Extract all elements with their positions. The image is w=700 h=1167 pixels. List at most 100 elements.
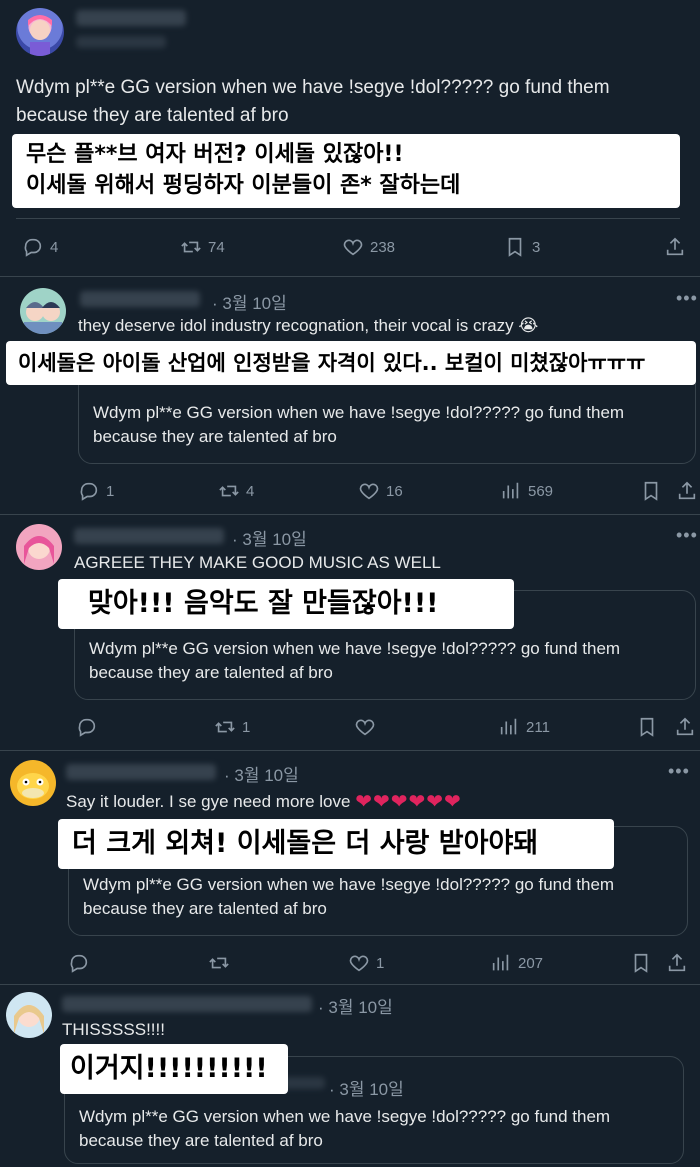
reply-2-avatar[interactable] — [16, 524, 62, 570]
share-icon — [668, 953, 686, 972]
main-bookmark-button[interactable]: 3 — [504, 236, 540, 258]
like-icon — [359, 483, 379, 500]
retweet-icon — [181, 241, 201, 253]
section-divider — [0, 276, 700, 277]
reply-1-more-icon[interactable]: ••• — [676, 288, 698, 309]
reply-4-date: · 3월 10일 — [318, 998, 393, 1017]
reply-3-avatar[interactable] — [10, 760, 56, 806]
like-icon — [343, 239, 363, 256]
bookmark-icon — [634, 953, 648, 973]
reply-1-text-body: they deserve idol industry recognation, … — [78, 316, 514, 335]
views-icon — [492, 954, 509, 971]
retweet-count: 4 — [246, 482, 255, 500]
reply-1-views-button[interactable]: 569 — [500, 480, 553, 502]
views-count: 207 — [518, 954, 544, 972]
bookmark-icon — [644, 481, 658, 501]
share-icon — [678, 481, 696, 500]
main-retweet-button[interactable]: 74 — [180, 236, 225, 258]
share-icon — [676, 717, 694, 736]
views-icon — [500, 718, 517, 735]
reply-count: 4 — [50, 238, 59, 256]
reply-2-share-button[interactable] — [674, 716, 696, 738]
reply-icon — [24, 238, 42, 257]
main-share-button[interactable] — [664, 236, 686, 258]
red-hearts-icon: ❤❤❤❤❤❤ — [355, 791, 462, 813]
reply-3-share-button[interactable] — [666, 952, 688, 974]
reply-2-text: AGREEE THEY MAKE GOOD MUSIC AS WELL — [74, 553, 441, 572]
crying-face-icon: 😭 — [518, 316, 539, 335]
reply-3-quote-text: Wdym pl**e GG version when we have !segy… — [83, 875, 615, 918]
reply-4-avatar[interactable] — [6, 992, 52, 1038]
reply-icon — [78, 718, 96, 737]
reply-3-date: · 3월 10일 — [224, 766, 299, 785]
reply-1-avatar[interactable] — [20, 288, 66, 334]
like-count: 1 — [376, 954, 385, 972]
reply-3-text: Say it louder. I se gye need more love ❤… — [66, 788, 462, 813]
main-tweet-text: Wdym pl**e GG version when we have !segy… — [16, 77, 610, 126]
reply-3-divider — [0, 984, 700, 985]
reply-1-author — [80, 291, 200, 307]
reply-count: 1 — [106, 482, 115, 500]
reply-1-bookmark-button[interactable] — [640, 480, 662, 502]
reply-1-reply-button[interactable]: 1 — [78, 480, 114, 502]
reply-1-retweet-button[interactable]: 4 — [218, 480, 254, 502]
main-reply-button[interactable]: 4 — [22, 236, 58, 258]
bookmark-count: 3 — [532, 238, 541, 256]
views-icon — [502, 482, 519, 499]
views-count: 211 — [526, 718, 550, 736]
like-count: 238 — [370, 238, 396, 256]
main-tweet-translation: 무슨 플**브 여자 버전? 이세돌 있잖아!! 이세돌 위해서 펑딩하자 이분… — [12, 134, 680, 208]
reply-2-author — [74, 528, 224, 544]
reply-1-date: · 3월 10일 — [212, 294, 287, 313]
reply-3-views-button[interactable]: 207 — [490, 952, 543, 974]
main-tweet-author-handle — [76, 36, 166, 48]
main-tweet-divider — [16, 218, 680, 219]
reply-1-text: they deserve idol industry recognation, … — [78, 316, 538, 336]
reply-3-retweet-button[interactable] — [208, 952, 236, 974]
bookmark-icon — [640, 717, 654, 737]
reply-3-like-button[interactable]: 1 — [348, 952, 384, 974]
reply-1-share-button[interactable] — [676, 480, 698, 502]
reply-2-retweet-button[interactable]: 1 — [214, 716, 250, 738]
reply-1-like-button[interactable]: 16 — [358, 480, 403, 502]
main-like-button[interactable]: 238 — [342, 236, 395, 258]
reply-4-quote-date: · 3월 10일 — [329, 1080, 404, 1099]
reply-2-bookmark-button[interactable] — [636, 716, 658, 738]
main-tweet-author-name — [76, 10, 186, 26]
retweet-count: 74 — [208, 238, 225, 256]
reply-2-divider — [0, 750, 700, 751]
reply-1-divider — [0, 514, 700, 515]
reply-1-translation: 이세돌은 아이돌 산업에 인정받을 자격이 있다.. 보컬이 미쳤잖아ㅠㅠㅠ — [6, 341, 696, 385]
reply-2-more-icon[interactable]: ••• — [676, 525, 698, 546]
reply-4-translation: 이거지!!!!!!!!!! — [60, 1044, 288, 1094]
retweet-icon — [209, 957, 229, 969]
main-tweet-avatar[interactable] — [16, 8, 64, 56]
retweet-icon — [219, 485, 239, 497]
reply-2-quote-text: Wdym pl**e GG version when we have !segy… — [89, 639, 621, 682]
reply-3-text-body: Say it louder. I se gye need more love — [66, 792, 351, 811]
share-icon — [666, 237, 684, 256]
reply-1-quote-text: Wdym pl**e GG version when we have !segy… — [93, 403, 625, 446]
reply-2-views-button[interactable]: 211 — [498, 716, 550, 738]
like-icon — [349, 955, 369, 972]
reply-2-reply-button[interactable] — [76, 716, 104, 738]
reply-2-like-button[interactable] — [354, 716, 382, 738]
translation-line-2: 이세돌 위해서 펑딩하자 이분들이 존* 잘하는데 — [26, 173, 461, 198]
retweet-icon — [215, 721, 235, 733]
reply-4-author — [62, 996, 312, 1012]
reply-3-translation: 더 크게 외쳐! 이세돌은 더 사랑 받아야돼 — [58, 819, 614, 869]
reply-4-quote-text: Wdym pl**e GG version when we have !segy… — [79, 1107, 611, 1150]
translation-line-1: 무슨 플**브 여자 버전? 이세돌 있잖아!! — [26, 142, 404, 167]
reply-icon — [80, 482, 98, 501]
reply-2-date: · 3월 10일 — [232, 530, 307, 549]
like-icon — [355, 719, 375, 736]
retweet-count: 1 — [242, 718, 251, 736]
reply-2-translation: 맞아!!! 음악도 잘 만들잖아!!! — [58, 579, 514, 629]
reply-4-text: THISSSSS!!!! — [62, 1020, 165, 1039]
like-count: 16 — [386, 482, 403, 500]
reply-3-reply-button[interactable] — [68, 952, 96, 974]
reply-3-more-icon[interactable]: ••• — [668, 761, 690, 782]
reply-3-bookmark-button[interactable] — [630, 952, 652, 974]
reply-3-author — [66, 764, 216, 780]
views-count: 569 — [528, 482, 554, 500]
